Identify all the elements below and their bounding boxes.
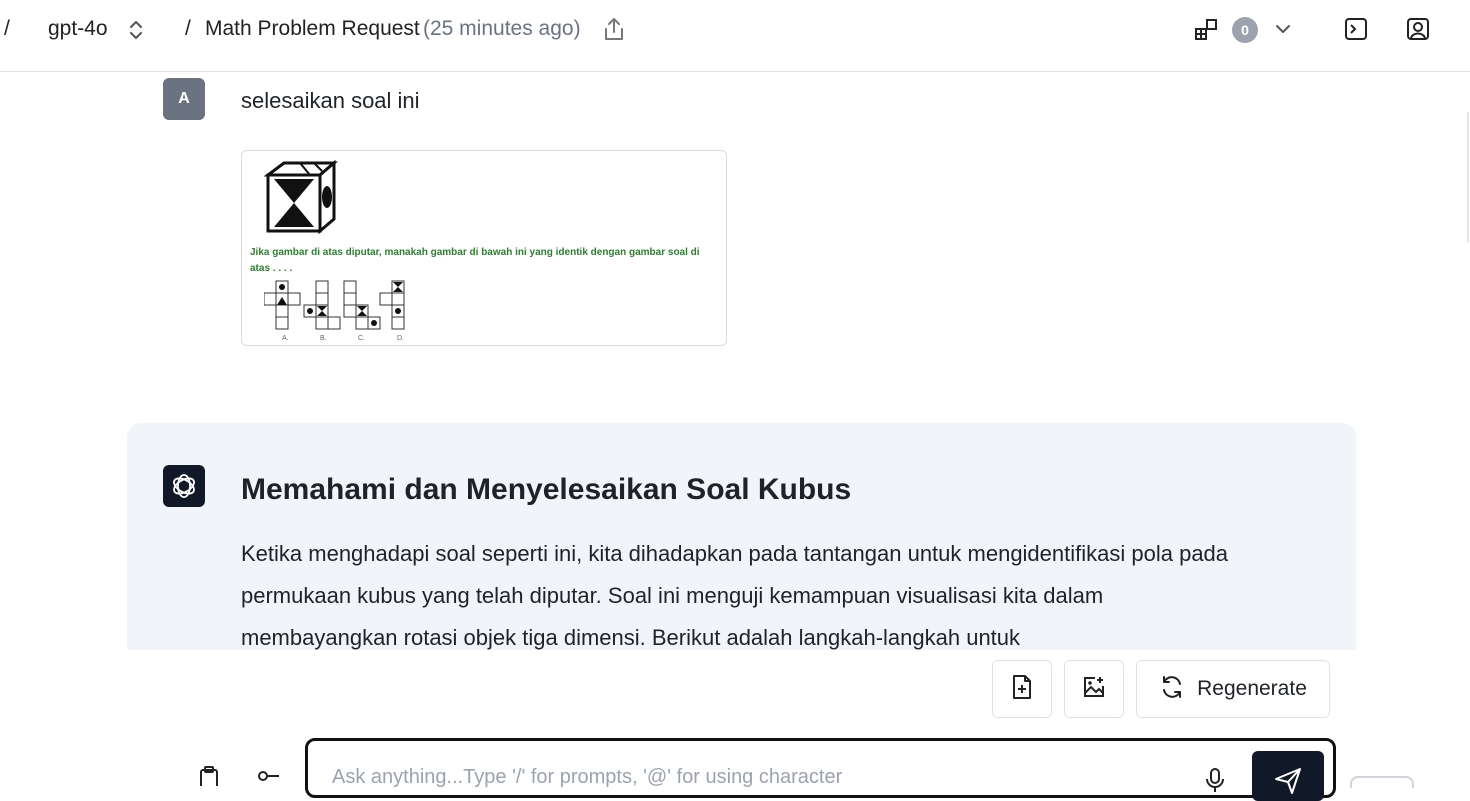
send-button[interactable] [1252,751,1324,801]
count-badge: 0 [1232,17,1258,43]
terminal-icon[interactable] [1344,17,1368,41]
key-icon[interactable] [258,768,280,786]
chat-title[interactable]: Math Problem Request [205,17,420,41]
scrollbar[interactable] [1467,112,1469,242]
cube-net-options [264,280,405,330]
answer-paragraph: Ketika menghadapi soal seperti ini, kita… [241,541,1229,650]
file-add-icon [1010,674,1034,705]
refresh-icon [1159,674,1185,705]
apps-icon[interactable] [1193,17,1219,43]
scroll-to-bottom-button[interactable] [1350,776,1414,788]
model-selector-label[interactable]: gpt-4o [48,17,108,41]
chat-timestamp: (25 minutes ago) [423,17,581,40]
openai-logo-icon [163,465,205,507]
image-add-icon [1082,675,1106,704]
option-label-c: C. [358,335,365,342]
option-label-a: A. [282,335,289,342]
chat-input-box [305,738,1336,801]
attached-question-text: Jika gambar di atas diputar, manakah gam… [250,247,700,274]
top-bar: / gpt-4o / Math Problem Request (25 minu… [0,0,1470,72]
attached-image[interactable]: Jika gambar di atas diputar, manakah gam… [241,150,727,346]
user-avatar: A [163,78,205,120]
title-separator: / [185,17,191,40]
user-message-text: selesaikan soal ini [241,88,420,113]
chevron-updown-icon[interactable] [126,18,146,42]
chevron-down-icon[interactable] [1273,20,1293,38]
profile-icon[interactable] [1406,17,1430,41]
send-icon [1273,751,1303,800]
assistant-message: Memahami dan Menyelesaikan Soal Kubus Ke… [127,423,1356,650]
option-label-d: D. [397,335,404,342]
attach-image-button[interactable] [1064,660,1124,718]
cube-figure [264,159,339,235]
option-label-b: B. [320,335,327,342]
root-separator: / [4,17,10,40]
regenerate-button[interactable]: Regenerate [1136,660,1330,718]
clipboard-icon[interactable] [198,766,220,789]
attach-file-button[interactable] [992,660,1052,718]
mic-icon[interactable] [1205,767,1225,793]
share-icon[interactable] [602,16,626,42]
regenerate-label: Regenerate [1197,677,1307,700]
answer-heading: Memahami dan Menyelesaikan Soal Kubus [241,473,852,506]
chat-input[interactable] [330,763,1194,791]
